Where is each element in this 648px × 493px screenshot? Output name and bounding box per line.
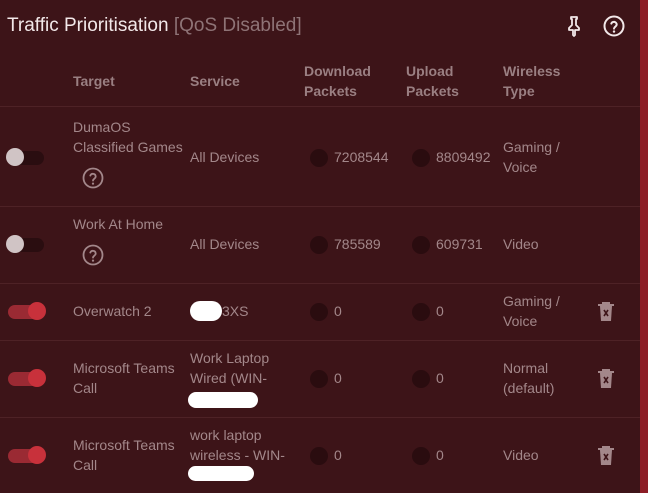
row-2-download-indicator <box>310 303 328 321</box>
redaction-mark <box>188 466 254 481</box>
row-2-delete-icon[interactable] <box>597 302 615 322</box>
row-1-service: All Devices <box>190 236 260 252</box>
row-2-target: Overwatch 2 <box>73 303 152 319</box>
row-1-help-icon[interactable] <box>81 243 105 267</box>
row-1-enable-toggle[interactable] <box>6 235 44 253</box>
row-4-service: work laptop wireless - WIN- <box>190 427 285 463</box>
help-circle-icon[interactable] <box>602 14 626 38</box>
row-0-help-icon[interactable] <box>81 166 105 190</box>
row-4-enable-toggle[interactable] <box>8 446 46 464</box>
row-1-target: Work At Home <box>73 216 163 232</box>
row-4-wireless-type: Video <box>503 447 539 463</box>
row-3-download: 0 <box>334 370 342 386</box>
row-0-enable-toggle[interactable] <box>6 148 44 166</box>
row-2-upload: 0 <box>436 303 444 319</box>
row-2-upload-indicator <box>412 303 430 321</box>
row-4-upload: 0 <box>436 447 444 463</box>
row-2-download: 0 <box>334 303 342 319</box>
row-1-download: 785589 <box>334 236 381 252</box>
row-divider <box>0 283 640 284</box>
row-3-enable-toggle[interactable] <box>8 369 46 387</box>
row-2-service: 3XS <box>222 303 249 319</box>
row-2-wireless-type: Gaming / Voice <box>503 293 560 329</box>
row-4-delete-icon[interactable] <box>597 446 615 466</box>
row-4-upload-indicator <box>412 447 430 465</box>
col-upload: Upload Packets <box>406 63 459 99</box>
row-divider <box>0 417 640 418</box>
row-0-download: 7208544 <box>334 149 389 165</box>
row-3-service: Work Laptop Wired (WIN- <box>190 350 270 386</box>
col-download: Download Packets <box>304 63 371 99</box>
header-divider <box>0 106 640 107</box>
row-1-upload-indicator <box>412 236 430 254</box>
col-target: Target <box>73 73 115 89</box>
panel-edge <box>640 0 648 493</box>
col-wireless-type: Wireless Type <box>503 63 561 99</box>
row-4-target: Microsoft Teams Call <box>73 437 175 473</box>
row-0-wireless-type: Gaming / Voice <box>503 139 560 175</box>
col-service: Service <box>190 73 240 89</box>
qos-status: [QoS Disabled] <box>173 15 302 36</box>
row-1-wireless-type: Video <box>503 236 539 252</box>
panel-header: Traffic Prioritisation [QoS Disabled] <box>0 0 640 52</box>
row-divider <box>0 206 640 207</box>
row-0-target: DumaOS Classified Games <box>73 119 183 155</box>
redaction-mark <box>190 301 222 321</box>
row-0-upload: 8809492 <box>436 149 491 165</box>
row-3-target: Microsoft Teams Call <box>73 360 175 396</box>
row-1-upload: 609731 <box>436 236 483 252</box>
row-0-upload-indicator <box>412 149 430 167</box>
row-2-enable-toggle[interactable] <box>8 302 46 320</box>
row-4-download-indicator <box>310 447 328 465</box>
row-3-delete-icon[interactable] <box>597 369 615 389</box>
row-0-download-indicator <box>310 149 328 167</box>
page-title: Traffic Prioritisation [QoS Disabled] <box>7 15 302 37</box>
row-3-download-indicator <box>310 370 328 388</box>
row-divider <box>0 340 640 341</box>
row-4-download: 0 <box>334 447 342 463</box>
row-3-upload: 0 <box>436 370 444 386</box>
row-3-wireless-type: Normal (default) <box>503 360 555 396</box>
row-0-service: All Devices <box>190 149 260 165</box>
row-3-upload-indicator <box>412 370 430 388</box>
qos-panel: Traffic Prioritisation [QoS Disabled] Ta… <box>0 0 640 493</box>
pin-icon[interactable] <box>562 14 586 38</box>
row-1-download-indicator <box>310 236 328 254</box>
redaction-mark <box>188 392 258 408</box>
title-text: Traffic Prioritisation <box>7 15 169 36</box>
